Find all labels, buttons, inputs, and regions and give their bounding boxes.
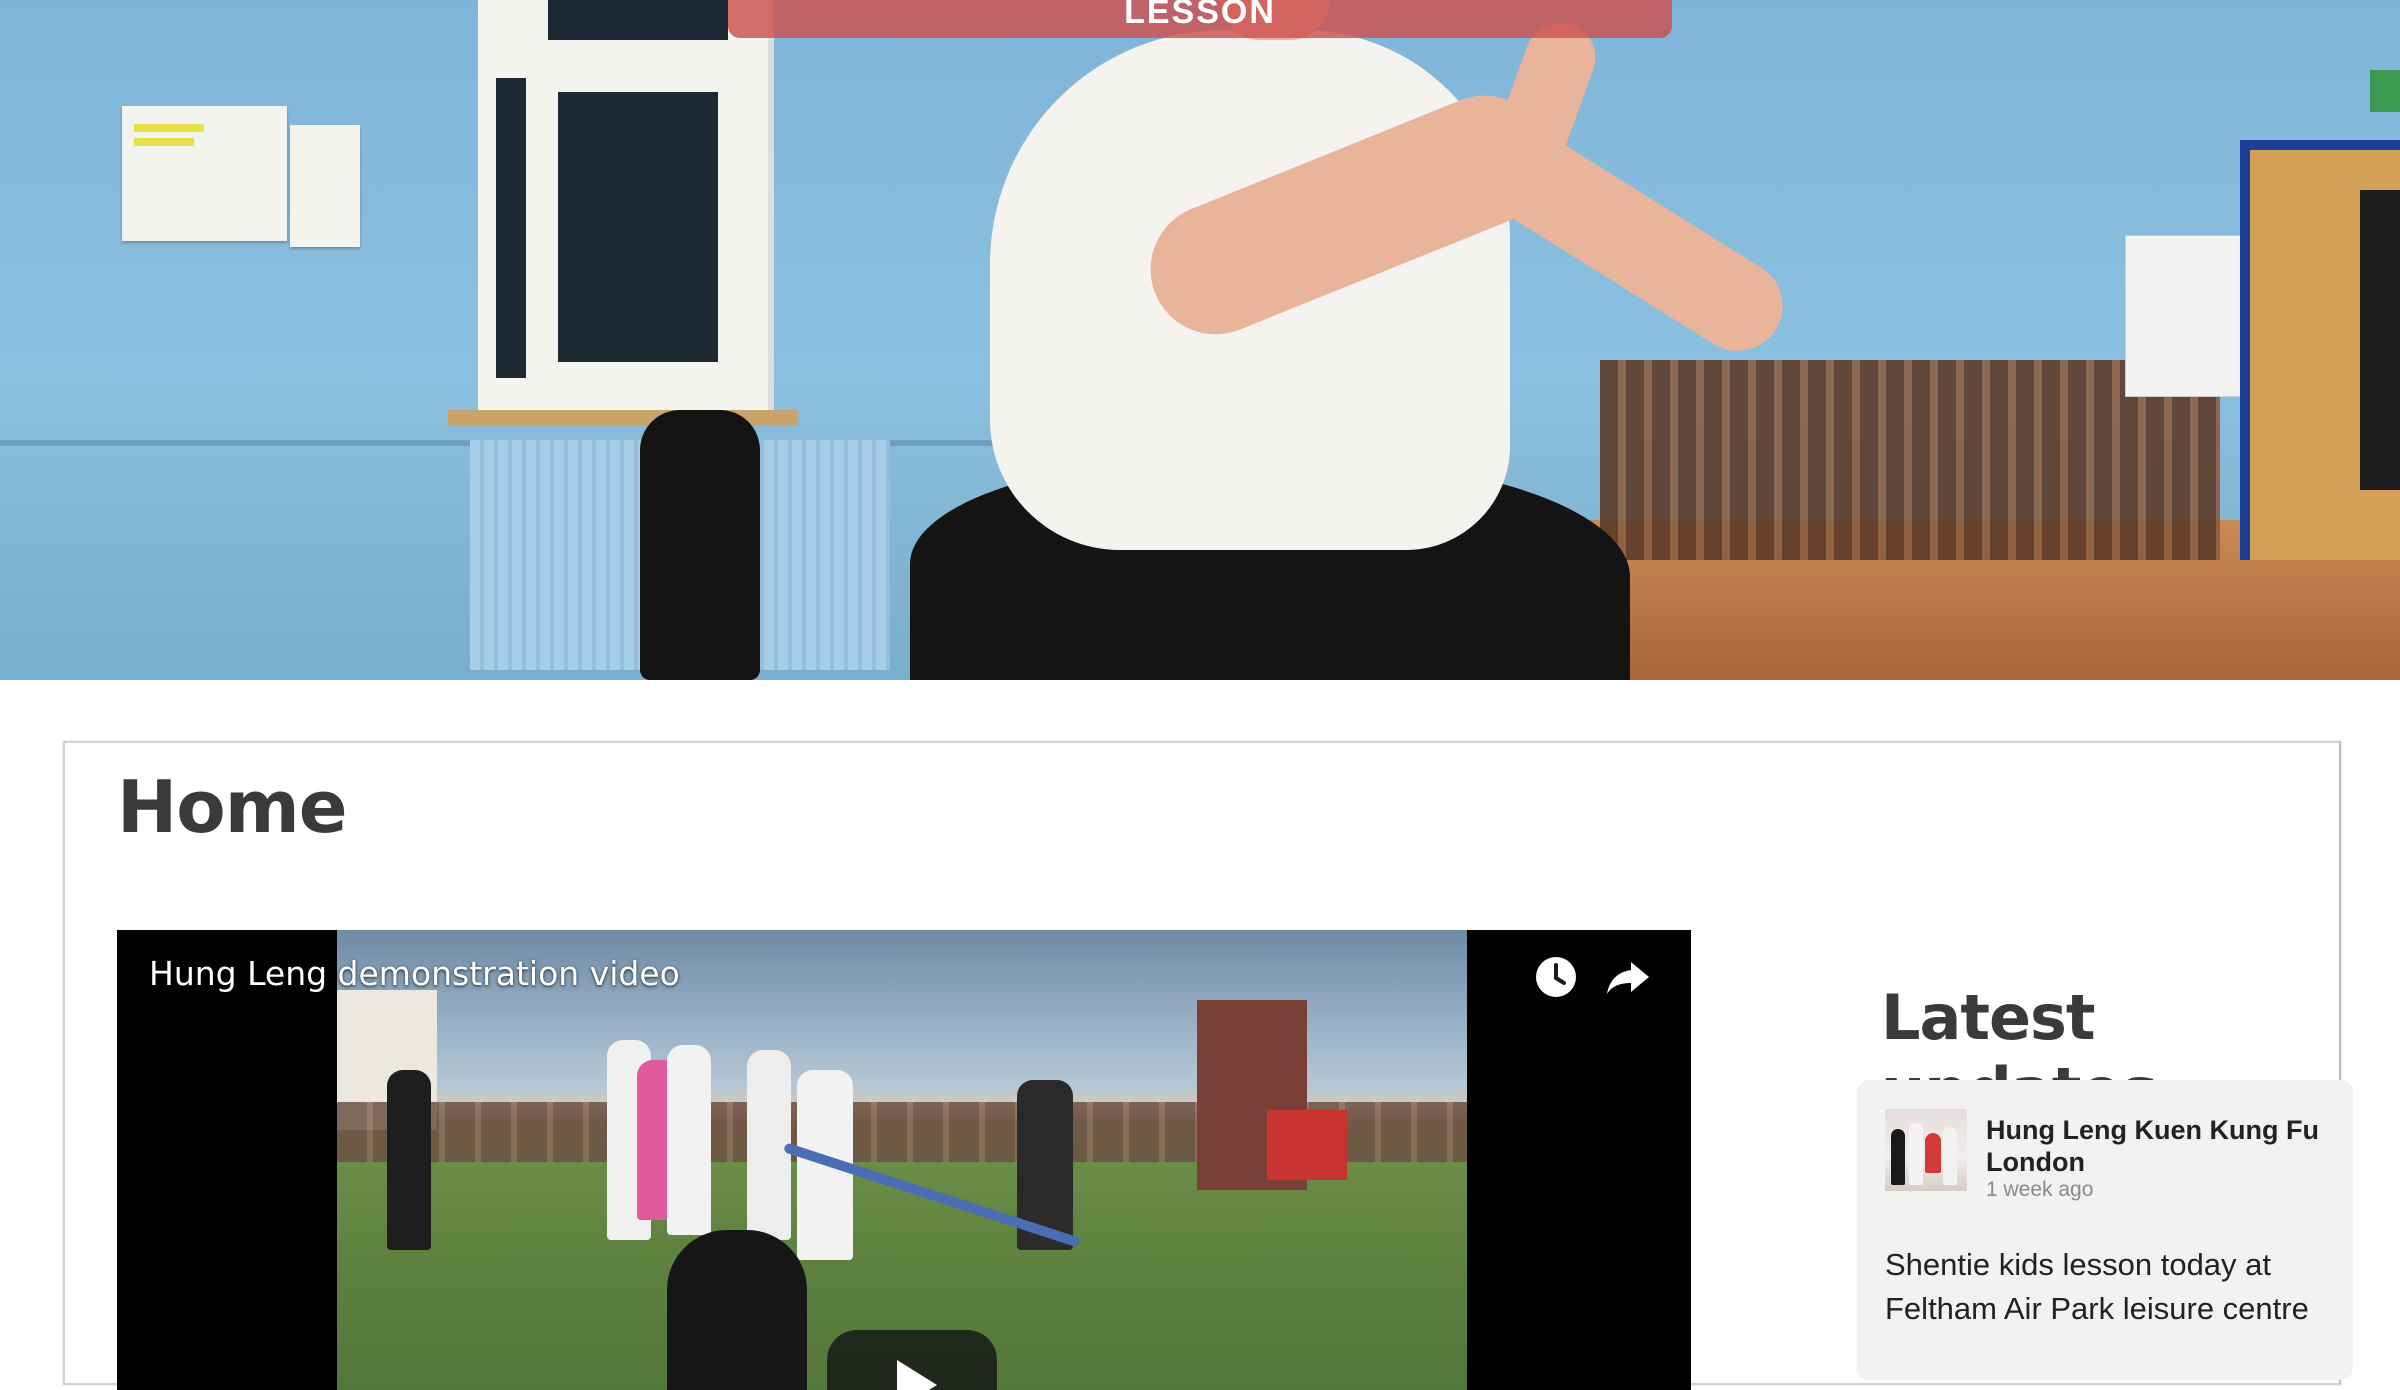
hero-notice-paper xyxy=(290,125,360,247)
hero-wall-chart xyxy=(2125,235,2247,397)
free-taster-cta-label: Start training with your free taster les… xyxy=(1124,0,1276,31)
share-arrow-icon[interactable] xyxy=(1603,952,1653,1002)
update-author-link[interactable]: Hung Leng Kuen Kung Fu London xyxy=(1986,1114,2326,1178)
page-title: Home xyxy=(117,765,348,849)
video-title: Hung Leng demonstration video xyxy=(149,954,680,993)
play-icon[interactable] xyxy=(827,1330,997,1390)
update-timestamp[interactable]: 1 week ago xyxy=(1986,1178,2093,1202)
hero-jacket xyxy=(640,410,760,680)
hero-exit-sign xyxy=(2370,70,2400,112)
hero-notice-paper xyxy=(122,106,287,241)
main-content-card: Home Hung Leng demonstration video Lates… xyxy=(63,741,2353,1390)
latest-updates-sidebar: Latest updates Hung Leng Kuen Kung Fu Lo… xyxy=(1837,981,2353,1380)
video-thumbnail xyxy=(337,930,1467,1390)
page-avatar[interactable] xyxy=(1885,1109,1967,1191)
update-text: Shentie kids lesson today at Feltham Air… xyxy=(1885,1247,2309,1326)
video-player[interactable]: Hung Leng demonstration video xyxy=(117,930,1691,1390)
hero-window xyxy=(448,0,798,426)
hero-banner: Start training with your free taster les… xyxy=(0,0,2400,680)
free-taster-cta-button[interactable]: Start training with your free taster les… xyxy=(728,0,1672,38)
update-card[interactable]: Hung Leng Kuen Kung Fu London 1 week ago… xyxy=(1857,1080,2353,1380)
clock-icon[interactable] xyxy=(1531,952,1581,1002)
hero-door xyxy=(2240,140,2400,560)
